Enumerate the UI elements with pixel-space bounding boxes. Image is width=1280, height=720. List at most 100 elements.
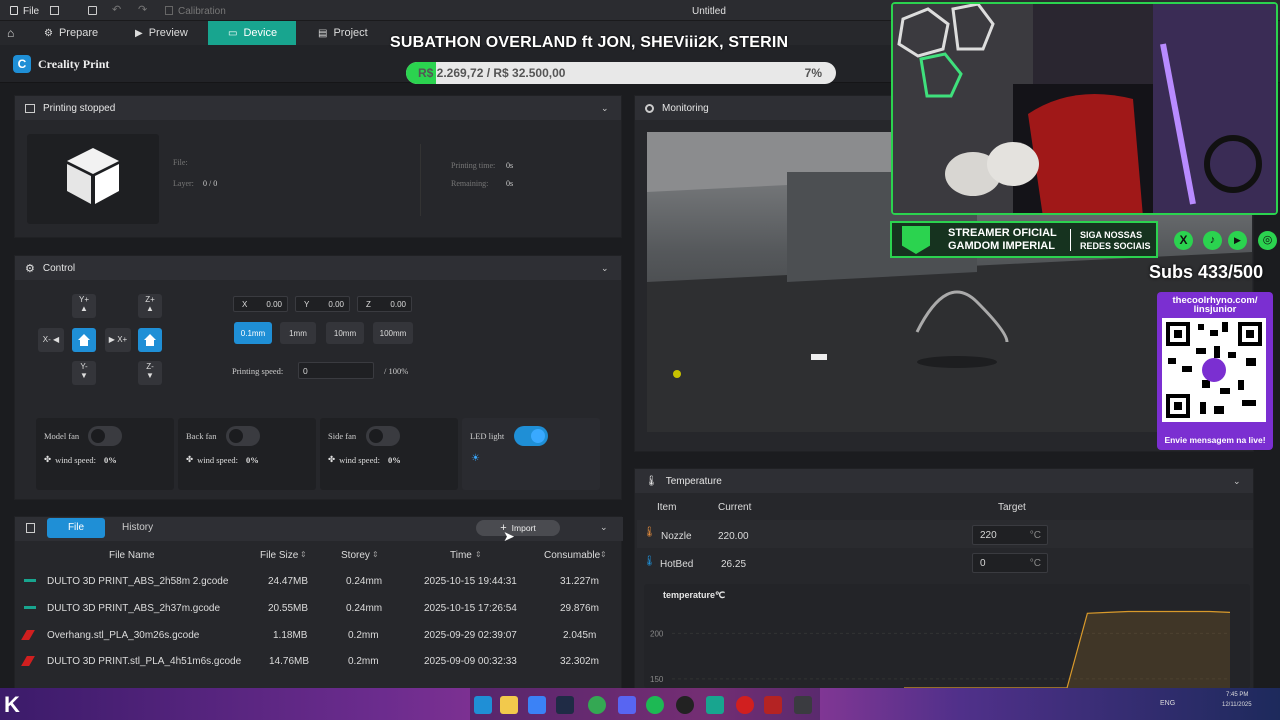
y-plus-button[interactable]: Y+ ▲ (72, 294, 96, 318)
nozzle-temperature-area (904, 611, 1230, 688)
step-1mm-button[interactable]: 1mm (280, 322, 316, 344)
chevron-down-icon[interactable]: ⌄ (1233, 476, 1243, 486)
file-icon[interactable] (10, 6, 18, 15)
layer-value: 0 / 0 (203, 179, 218, 188)
clock-date[interactable]: 12/11/2025 (1222, 702, 1252, 708)
project-icon: ▤ (318, 27, 328, 39)
save-icon[interactable] (88, 6, 97, 15)
temperature-header[interactable]: 🌡 Temperature ⌄ (635, 469, 1253, 493)
led-light-toggle[interactable] (514, 426, 548, 446)
hotbed-icon: 🌡 (643, 556, 656, 567)
printing-status-header[interactable]: Printing stopped ⌄ (15, 96, 621, 120)
monitoring-title: Monitoring (662, 102, 709, 114)
file-label: File: (173, 158, 188, 167)
z-minus-button[interactable]: Z- ▼ (138, 361, 162, 385)
col-file-name[interactable]: File Name (109, 550, 155, 561)
menu-icon[interactable] (50, 6, 59, 15)
home-z-button[interactable] (138, 328, 162, 352)
printing-time-label: Printing time: (451, 161, 496, 170)
col-file-size[interactable]: File Size (260, 550, 298, 561)
step-100mm-button[interactable]: 100mm (373, 322, 413, 344)
back-fan-toggle[interactable] (226, 426, 260, 446)
sponsor-line-1: STREAMER OFICIAL (948, 227, 1057, 239)
fan-icon: ✤ (328, 454, 336, 464)
file-storey: 0.2mm (348, 656, 379, 667)
z-plus-button[interactable]: Z+ ▲ (138, 294, 162, 318)
step-0-1mm-button[interactable]: 0.1mm (234, 322, 272, 344)
app-icon[interactable] (528, 696, 546, 714)
z-label: Z (366, 300, 371, 309)
step-10mm-button[interactable]: 10mm (326, 322, 364, 344)
calibration-menu[interactable]: Calibration (178, 6, 226, 17)
file-menu[interactable]: File (23, 6, 39, 17)
layer-label: Layer: (173, 179, 194, 188)
app-icon[interactable] (794, 696, 812, 714)
instagram-icon: ◎ (1258, 231, 1277, 250)
file-time: 2025-09-29 02:39:07 (424, 630, 517, 641)
tab-prepare[interactable]: ⚙ Prepare (34, 21, 110, 45)
nozzle-current: 220.00 (718, 531, 749, 542)
col-consumable[interactable]: Consumable (544, 550, 600, 561)
nozzle-target-input[interactable]: 220 °C (972, 525, 1048, 545)
brand-name: Creality Print (38, 57, 110, 71)
tab-history[interactable]: History (122, 522, 153, 533)
led-light-label: LED light (470, 431, 505, 441)
tab-file[interactable]: File (47, 518, 105, 538)
control-header[interactable]: ⚙ Control ⌄ (15, 256, 621, 280)
redo-icon[interactable]: ↷ (138, 3, 147, 16)
discord-icon[interactable] (618, 696, 636, 714)
table-row[interactable]: Overhang.stl_PLA_30m26s.gcode 1.18MB 0.2… (14, 622, 620, 649)
abs-file-icon (24, 579, 36, 582)
col-target: Target (998, 502, 1026, 513)
file-name: Overhang.stl_PLA_30m26s.gcode (47, 630, 200, 641)
voicemod-icon[interactable] (764, 696, 782, 714)
steam-icon[interactable] (556, 696, 574, 714)
obs-icon[interactable] (736, 696, 754, 714)
chevron-down-icon[interactable]: ⌄ (600, 522, 608, 533)
webcam-image (893, 4, 1276, 213)
x-plus-button[interactable]: ▶ X+ (105, 328, 131, 352)
language-indicator[interactable]: ENG (1160, 700, 1175, 707)
tab-project[interactable]: ▤ Project (308, 21, 380, 45)
chrome-icon[interactable] (588, 696, 606, 714)
spotify-icon[interactable] (646, 696, 664, 714)
col-storey[interactable]: Storey (341, 550, 370, 561)
col-time[interactable]: Time (450, 550, 472, 561)
file-time: 2025-10-15 17:26:54 (424, 603, 517, 614)
x-minus-button[interactable]: X- ◀ (38, 328, 64, 352)
printing-speed-input[interactable]: 0 (298, 362, 374, 379)
clock-time[interactable]: 7:45 PM (1226, 692, 1248, 698)
table-row[interactable]: DULTO 3D PRINT_ABS_2h37m.gcode 20.55MB 0… (14, 595, 620, 622)
sort-icon[interactable]: ⇕ (475, 550, 482, 559)
sort-icon[interactable]: ⇕ (300, 550, 307, 559)
windows-start-icon[interactable] (474, 696, 492, 714)
sponsor-line-2: GAMDOM IMPERIAL (948, 240, 1055, 252)
tab-device[interactable]: ▭ Device (208, 21, 296, 45)
y-minus-button[interactable]: Y- ▼ (72, 361, 96, 385)
file-explorer-icon[interactable] (500, 696, 518, 714)
prepare-icon: ⚙ (44, 27, 53, 39)
import-button[interactable]: + Import (476, 520, 560, 536)
model-fan-toggle[interactable] (88, 426, 122, 446)
tab-preview[interactable]: ▶ Preview (125, 21, 199, 45)
side-fan-wind-speed: ✤ wind speed: 0% (328, 454, 401, 465)
home-icon[interactable]: ⌂ (7, 26, 14, 40)
hotbed-target-input[interactable]: 0 °C (972, 553, 1048, 573)
table-row[interactable]: DULTO 3D PRINT_ABS_2h58m 2.gcode 24.47MB… (14, 568, 620, 595)
github-icon[interactable] (676, 696, 694, 714)
printing-time-value: 0s (506, 161, 514, 170)
z-coordinate: Z 0.00 (357, 296, 412, 312)
calibration-icon[interactable] (165, 6, 173, 15)
side-fan-toggle[interactable] (366, 426, 400, 446)
home-xy-button[interactable] (72, 328, 96, 352)
table-row[interactable]: DULTO 3D PRINT.stl_PLA_4h51m6s.gcode 14.… (14, 648, 620, 675)
sort-icon[interactable]: ⇕ (372, 550, 379, 559)
creality-print-taskbar-icon[interactable] (706, 696, 724, 714)
sort-icon[interactable]: ⇕ (600, 550, 607, 559)
qr-caption: Envie mensagem na live! (1164, 435, 1266, 445)
undo-icon[interactable]: ↶ (112, 3, 121, 16)
abs-file-icon (24, 606, 36, 609)
chevron-down-icon[interactable]: ⌄ (601, 263, 611, 273)
file-name: DULTO 3D PRINT.stl_PLA_4h51m6s.gcode (47, 656, 242, 667)
chevron-down-icon[interactable]: ⌄ (601, 103, 611, 113)
